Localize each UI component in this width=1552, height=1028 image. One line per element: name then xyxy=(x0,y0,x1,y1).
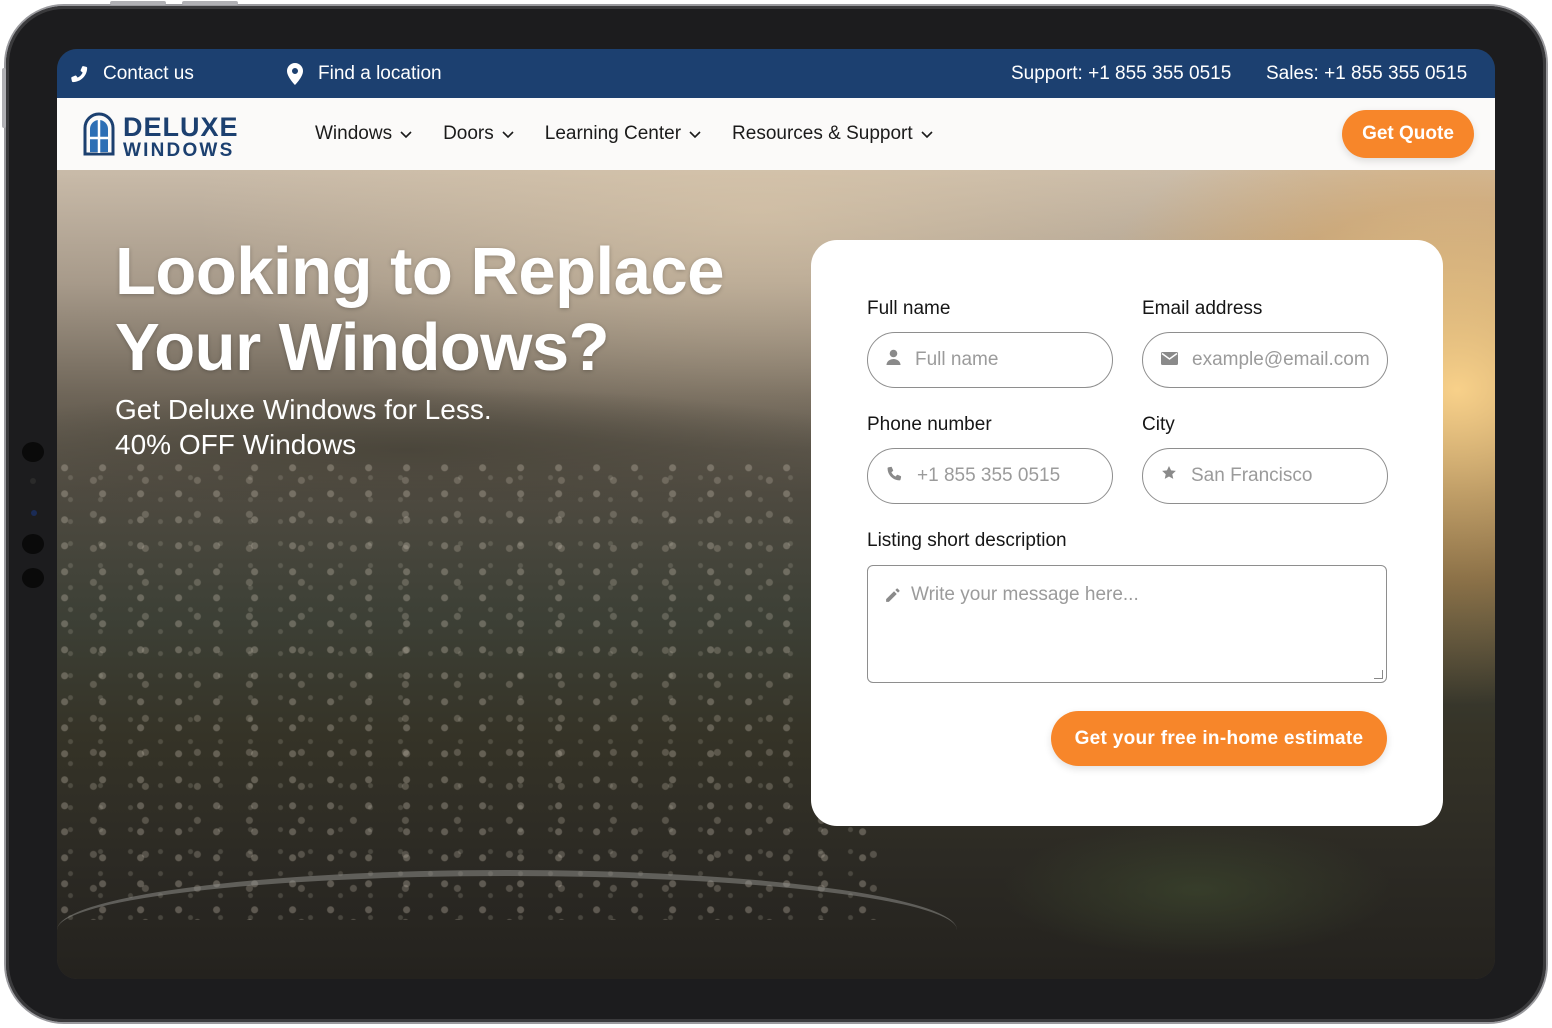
nav-item-doors[interactable]: Doors xyxy=(443,123,514,145)
hero-subheadline: Get Deluxe Windows for Less. 40% OFF Win… xyxy=(115,392,492,462)
window-logo-icon xyxy=(83,112,115,161)
hero-city-texture xyxy=(57,460,877,920)
logo[interactable]: DELUXE WINDOWS xyxy=(83,112,239,161)
city-placeholder: San Francisco xyxy=(1191,465,1313,486)
email-placeholder: example@email.com xyxy=(1192,349,1370,370)
headline-line-1: Looking to Replace xyxy=(115,234,724,309)
sensor-dot-2 xyxy=(22,534,44,554)
get-estimate-button[interactable]: Get your free in-home estimate xyxy=(1051,711,1387,766)
get-quote-button[interactable]: Get Quote xyxy=(1342,110,1474,158)
contact-us-label: Contact us xyxy=(103,62,194,84)
hero-headline: Looking to Replace Your Windows? xyxy=(115,234,724,386)
full-name-placeholder: Full name xyxy=(915,349,999,370)
find-location-link[interactable]: Find a location xyxy=(286,49,442,98)
sales-phone-text: Sales: +1 855 355 0515 xyxy=(1266,62,1468,84)
nav-item-learning-center[interactable]: Learning Center xyxy=(545,123,701,145)
phone-icon xyxy=(69,64,89,84)
hero-road xyxy=(57,870,957,979)
power-button-2 xyxy=(182,1,238,5)
sub-line-1: Get Deluxe Windows for Less. xyxy=(115,394,492,425)
contact-us-link[interactable]: Contact us xyxy=(69,49,194,98)
full-name-label: Full name xyxy=(867,298,951,319)
hero-section: Looking to Replace Your Windows? Get Del… xyxy=(57,170,1495,979)
find-location-label: Find a location xyxy=(318,62,442,84)
user-icon xyxy=(886,349,901,371)
chevron-down-icon xyxy=(502,123,514,145)
sensor-dot-3 xyxy=(22,568,44,588)
nav-item-label: Resources & Support xyxy=(732,123,913,144)
support-phone[interactable]: Support: +1 855 355 0515 xyxy=(1011,49,1231,98)
star-icon xyxy=(1161,465,1177,487)
full-name-input[interactable]: Full name xyxy=(867,332,1113,388)
logo-line-1: DELUXE xyxy=(123,111,239,142)
city-input[interactable]: San Francisco xyxy=(1142,448,1388,504)
nav-menu: Windows Doors Learning Center Resources … xyxy=(315,98,964,170)
top-bar: Contact us Find a location Support: +1 8… xyxy=(57,49,1495,98)
support-phone-text: Support: +1 855 355 0515 xyxy=(1011,62,1232,84)
chevron-down-icon xyxy=(921,123,933,145)
phone-icon xyxy=(886,465,903,488)
volume-button xyxy=(2,68,6,128)
email-input[interactable]: example@email.com xyxy=(1142,332,1388,388)
power-button xyxy=(110,1,166,5)
city-label: City xyxy=(1142,414,1175,435)
main-nav: DELUXE WINDOWS Windows Doors Learning Ce… xyxy=(57,98,1495,170)
camera-lens xyxy=(31,510,37,516)
nav-item-resources-support[interactable]: Resources & Support xyxy=(732,123,933,145)
nav-item-windows[interactable]: Windows xyxy=(315,123,412,145)
email-label: Email address xyxy=(1142,298,1263,319)
map-pin-icon xyxy=(286,62,304,85)
sales-phone[interactable]: Sales: +1 855 355 0515 xyxy=(1266,49,1467,98)
nav-item-label: Learning Center xyxy=(544,123,682,144)
envelope-icon xyxy=(1161,349,1178,371)
nav-item-label: Doors xyxy=(443,123,494,144)
phone-label: Phone number xyxy=(867,414,992,435)
phone-input[interactable]: +1 855 355 0515 xyxy=(867,448,1113,504)
sensor-dot-small xyxy=(30,478,36,484)
pencil-icon xyxy=(884,587,901,610)
resize-handle[interactable] xyxy=(1374,670,1383,679)
chevron-down-icon xyxy=(689,123,701,145)
estimate-form-card: Full name Full name Email address exampl… xyxy=(811,240,1443,826)
sensor-dot xyxy=(22,442,44,462)
description-textarea[interactable]: Write your message here... xyxy=(867,565,1387,683)
chevron-down-icon xyxy=(400,123,412,145)
logo-text: DELUXE WINDOWS xyxy=(123,111,239,161)
description-label: Listing short description xyxy=(867,530,1067,551)
logo-line-2: WINDOWS xyxy=(123,139,235,161)
description-placeholder: Write your message here... xyxy=(911,584,1139,605)
nav-item-label: Windows xyxy=(315,123,393,144)
screen: Contact us Find a location Support: +1 8… xyxy=(57,49,1495,979)
headline-line-2: Your Windows? xyxy=(115,310,610,385)
phone-placeholder: +1 855 355 0515 xyxy=(917,465,1061,486)
sub-line-2: 40% OFF Windows xyxy=(115,429,357,460)
